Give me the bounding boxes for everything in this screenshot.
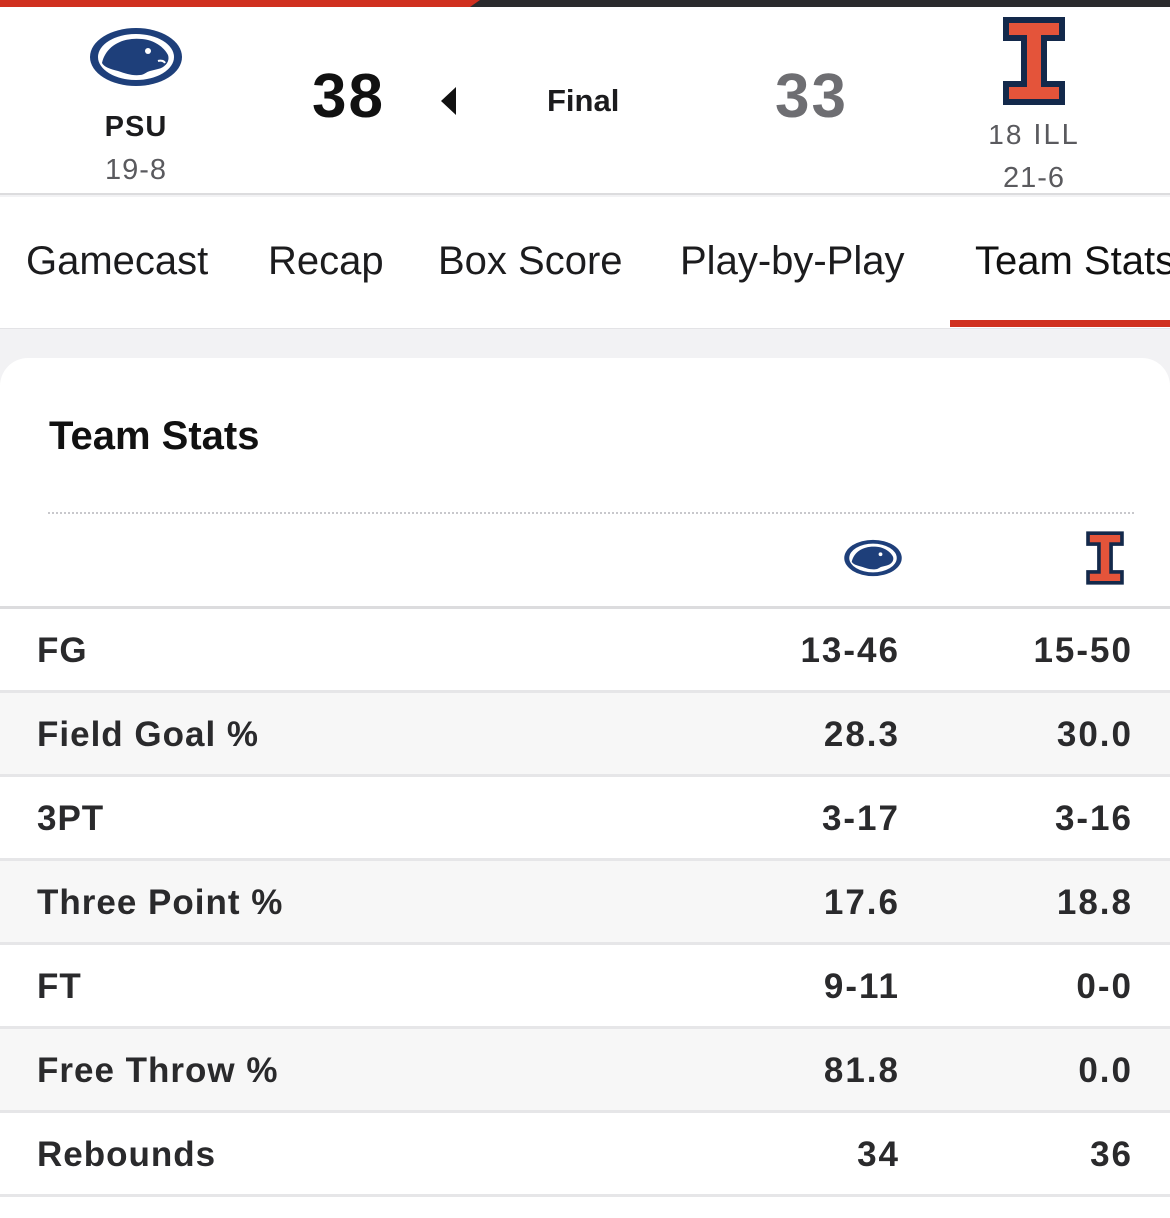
game-tabs: Gamecast Recap Box Score Play-by-Play Te… [0,197,1170,329]
home-score: 38 [312,62,385,131]
away-stat-value: 0-0 [1076,967,1133,1006]
home-stat-value: 3-17 [821,799,900,838]
penn-state-lion-icon [90,28,182,86]
home-stat-value: 17.6 [823,883,900,922]
dotted-divider [48,512,1134,514]
tab-play-by-play[interactable]: Play-by-Play [680,239,905,284]
stat-row-fg: FG 13-46 15-50 [0,609,1170,693]
stat-row-three-point-pct: Three Point % 17.6 18.8 [0,861,1170,945]
home-stat-value: 81.8 [823,1051,900,1090]
game-progress-fill [0,0,480,7]
game-progress-bar [0,0,1170,7]
away-score: 33 [775,62,848,131]
stat-label: 3PT [37,799,105,838]
tab-recap[interactable]: Recap [268,239,384,284]
home-team-record: 19-8 [104,154,168,186]
away-team-abbr: ILL [1033,119,1080,151]
game-status: Final [547,83,620,118]
tab-team-stats[interactable]: Team Stats [975,239,1170,284]
stat-row-free-throw-pct: Free Throw % 81.8 0.0 [0,1029,1170,1113]
stat-label: Free Throw % [37,1051,279,1090]
home-stat-value: 28.3 [823,715,900,754]
away-stat-value: 18.8 [1056,883,1133,922]
stat-label: Three Point % [37,883,284,922]
away-team-label: 18 ILL [934,119,1134,152]
home-team[interactable]: PSU 19-8 [36,25,236,187]
away-stat-value: 30.0 [1056,715,1133,754]
tab-box-score[interactable]: Box Score [438,239,623,284]
home-stat-value: 34 [857,1135,900,1174]
away-team[interactable]: 18 ILL 21-6 [934,15,1134,195]
stat-label: FG [37,631,88,670]
stat-row-ft: FT 9-11 0-0 [0,945,1170,1029]
team-stats-card: Team Stats FG 13-46 15-50 Field Goal % 2… [0,358,1170,1218]
scoreboard: PSU 19-8 38 Final 33 18 ILL 21-6 [0,7,1170,195]
away-stat-value: 15-50 [1033,631,1133,670]
penn-state-lion-icon [844,539,902,577]
card-title: Team Stats [49,414,260,458]
away-team-rank: 18 [988,119,1024,150]
illinois-block-i-icon [1003,17,1065,105]
stat-row-field-goal-pct: Field Goal % 28.3 30.0 [0,693,1170,777]
stat-row-3pt: 3PT 3-17 3-16 [0,777,1170,861]
winner-arrow-icon [441,87,456,115]
home-stat-value: 9-11 [823,967,900,1006]
stat-label: FT [37,967,82,1006]
stat-label: Rebounds [37,1135,217,1174]
away-team-record: 21-6 [1002,162,1066,194]
tab-gamecast[interactable]: Gamecast [26,239,208,284]
stat-row-rebounds: Rebounds 34 36 [0,1113,1170,1197]
away-stat-value: 0.0 [1078,1051,1133,1090]
away-stat-value: 3-16 [1054,799,1133,838]
away-stat-value: 36 [1090,1135,1133,1174]
active-tab-indicator [950,320,1170,327]
illinois-block-i-icon [1086,531,1124,585]
home-stat-value: 13-46 [800,631,900,670]
stat-label: Field Goal % [37,715,260,754]
home-team-abbr: PSU [104,111,168,143]
stats-table: FG 13-46 15-50 Field Goal % 28.3 30.0 3P… [0,609,1170,1197]
